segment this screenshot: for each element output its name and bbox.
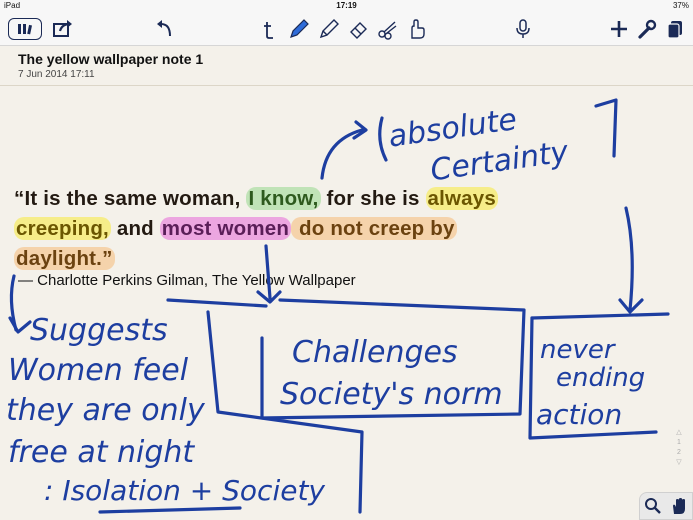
ink-connector [166,298,268,308]
palm-icon [673,498,685,514]
ink-box-never-top [530,312,670,320]
ink-arrowhead [256,290,282,304]
ink-underline [98,506,242,514]
page-number-2: 2 [677,449,681,456]
clock: 17:19 [336,1,357,10]
scissors-icon [378,21,397,40]
highlight-daylight: daylight.” [14,247,115,270]
ink-arrowhead [352,120,368,140]
ink-bracket-right [594,98,618,158]
library-button[interactable] [8,18,42,40]
hand-icon [411,19,425,39]
highlighter-icon [319,19,339,39]
ink-never: never [540,335,617,365]
eraser-tool-button[interactable] [346,16,372,42]
ink-women-feel: Women feel [8,353,189,388]
zoom-button[interactable] [644,497,662,515]
plus-icon [611,21,627,37]
pen-icon [290,19,309,38]
undo-icon [157,20,171,37]
ink-arrowhead [618,298,644,314]
pages-button[interactable] [662,16,688,42]
ink-free-at-night: free at night [8,435,195,470]
hand-tool-button[interactable] [404,16,430,42]
quote-part: for she is [320,187,426,210]
highlight-i-know: I know, [246,187,321,210]
quote-text: “It is the same woman, I know, for she i… [14,184,654,274]
ink-ending: ending [556,363,645,393]
ink-box-suggests [206,310,364,514]
note-title[interactable]: The yellow wallpaper note 1 [18,51,203,67]
ink-isolation-society: : Isolation + Society [44,474,325,507]
text-tool-button[interactable] [258,16,284,42]
pen-tool-button[interactable] [286,16,312,42]
ink-box-never [528,316,658,440]
scroll-down-icon: ▽ [676,459,682,466]
quote-attribution: — Charlotte Perkins Gilman, The Yellow W… [18,272,356,289]
wrench-icon [638,19,657,39]
ink-challenges: Challenges [292,335,458,370]
page-indicator[interactable]: △ 1 2 ▽ [673,428,685,468]
ink-absolute: absolute [386,102,519,155]
ink-action: action [536,398,622,431]
quote-part: and [110,217,160,240]
quote-part: “It is the same woman, [14,187,247,210]
note-header: The yellow wallpaper note 1 7 Jun 2014 1… [0,46,693,86]
scroll-up-icon: △ [676,429,682,436]
ink-arrowhead [8,316,32,334]
highlight-always: always [425,187,498,210]
ink-arrow-suggests [9,274,18,332]
text-icon [264,22,273,39]
ink-certainty: Certainty [428,134,572,188]
highlight-do-not-creep: do not creep by [291,217,457,240]
palm-rest-button[interactable] [670,497,688,515]
page-number-1: 1 [677,439,681,446]
zoom-icon [645,498,661,514]
status-bar: iPad 17:19 37% [0,0,693,12]
ink-suggests: Suggests [30,313,168,348]
ink-box-challenges [260,298,526,420]
pages-icon [667,21,682,39]
highlight-creeping: creeping, [14,217,111,240]
scissors-tool-button[interactable] [375,16,401,42]
add-button[interactable] [606,16,632,42]
corner-tools [639,492,693,520]
share-icon [53,20,72,37]
toolbar [0,12,693,46]
ink-bracket-left [378,116,388,162]
highlighter-tool-button[interactable] [316,16,342,42]
ink-they-are-only: they are only [6,393,206,428]
eraser-icon [350,22,367,39]
settings-button[interactable] [634,16,660,42]
share-button[interactable] [50,16,76,42]
battery-level: 37% [672,1,689,10]
microphone-button[interactable] [510,16,536,42]
ink-arrow-absolute [320,128,364,180]
ink-societys-norm: Society's norm [280,377,503,412]
undo-button[interactable] [152,16,178,42]
library-icon [18,24,32,35]
microphone-icon [516,19,530,38]
highlight-most-women: most women [159,217,292,240]
note-date: 7 Jun 2014 17:11 [18,69,95,80]
